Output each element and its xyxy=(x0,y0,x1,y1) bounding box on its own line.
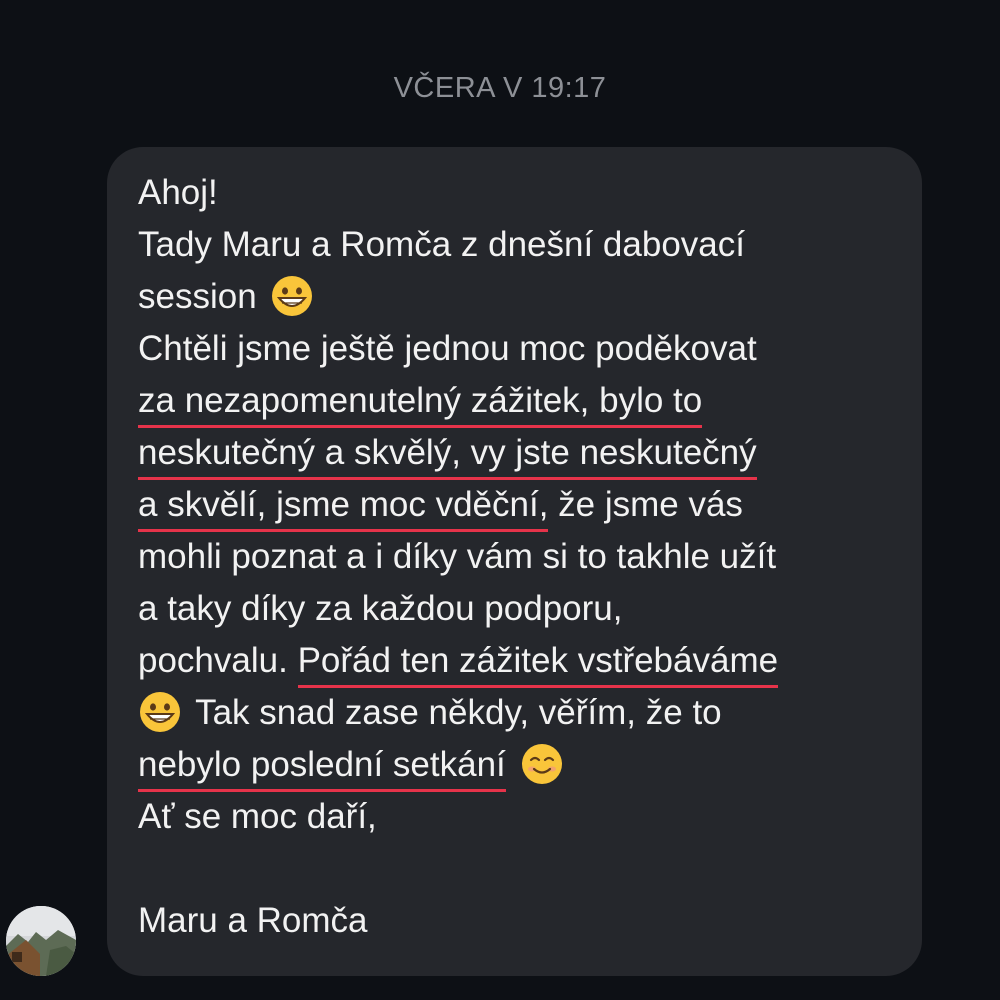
avatar-photo-icon xyxy=(6,906,76,976)
message-bubble[interactable]: Ahoj! Tady Maru a Romča z dnešní dabovac… xyxy=(107,147,922,976)
message-line: pochvalu. Pořád ten zážitek vstřebáváme xyxy=(138,635,892,688)
message-line: Tak snad zase někdy, věřím, že to xyxy=(138,687,892,739)
sender-avatar[interactable] xyxy=(6,906,76,976)
message-line: Tady Maru a Romča z dnešní dabovací xyxy=(138,225,745,264)
message-line: Ať se moc daří, xyxy=(138,797,377,836)
message-line: session xyxy=(138,271,892,323)
message-line: Chtěli jsme ještě jednou moc poděkovat xyxy=(138,329,757,368)
highlighted-text: za nezapomenutelný zážitek, bylo to xyxy=(138,381,703,428)
message-line: mohli poznat a i díky vám si to takhle u… xyxy=(138,537,777,576)
message-line: neskutečný a skvělý, vy jste neskutečný xyxy=(138,427,892,480)
highlighted-text: neskutečný a skvělý, vy jste neskutečný xyxy=(138,433,757,480)
message-line: nebylo poslední setkání xyxy=(138,739,892,792)
highlighted-text: nebylo poslední setkání xyxy=(138,745,506,792)
message-line: a skvělí, jsme moc vděční, že jsme vás xyxy=(138,479,892,532)
message-line: Ahoj! xyxy=(138,173,218,212)
grinning-face-emoji-icon xyxy=(140,692,180,732)
message-line: za nezapomenutelný zážitek, bylo to xyxy=(138,375,892,428)
smiling-face-emoji-icon xyxy=(521,744,562,784)
message-timestamp: VČERA V 19:17 xyxy=(393,72,607,104)
message-line: a taky díky za každou podporu, xyxy=(138,589,623,628)
highlighted-text: a skvělí, jsme moc vděční, xyxy=(138,485,549,532)
message-signature: Maru a Romča xyxy=(138,901,368,940)
highlighted-text: Pořád ten zážitek vstřebáváme xyxy=(297,641,779,688)
grinning-face-emoji-icon xyxy=(272,276,313,316)
